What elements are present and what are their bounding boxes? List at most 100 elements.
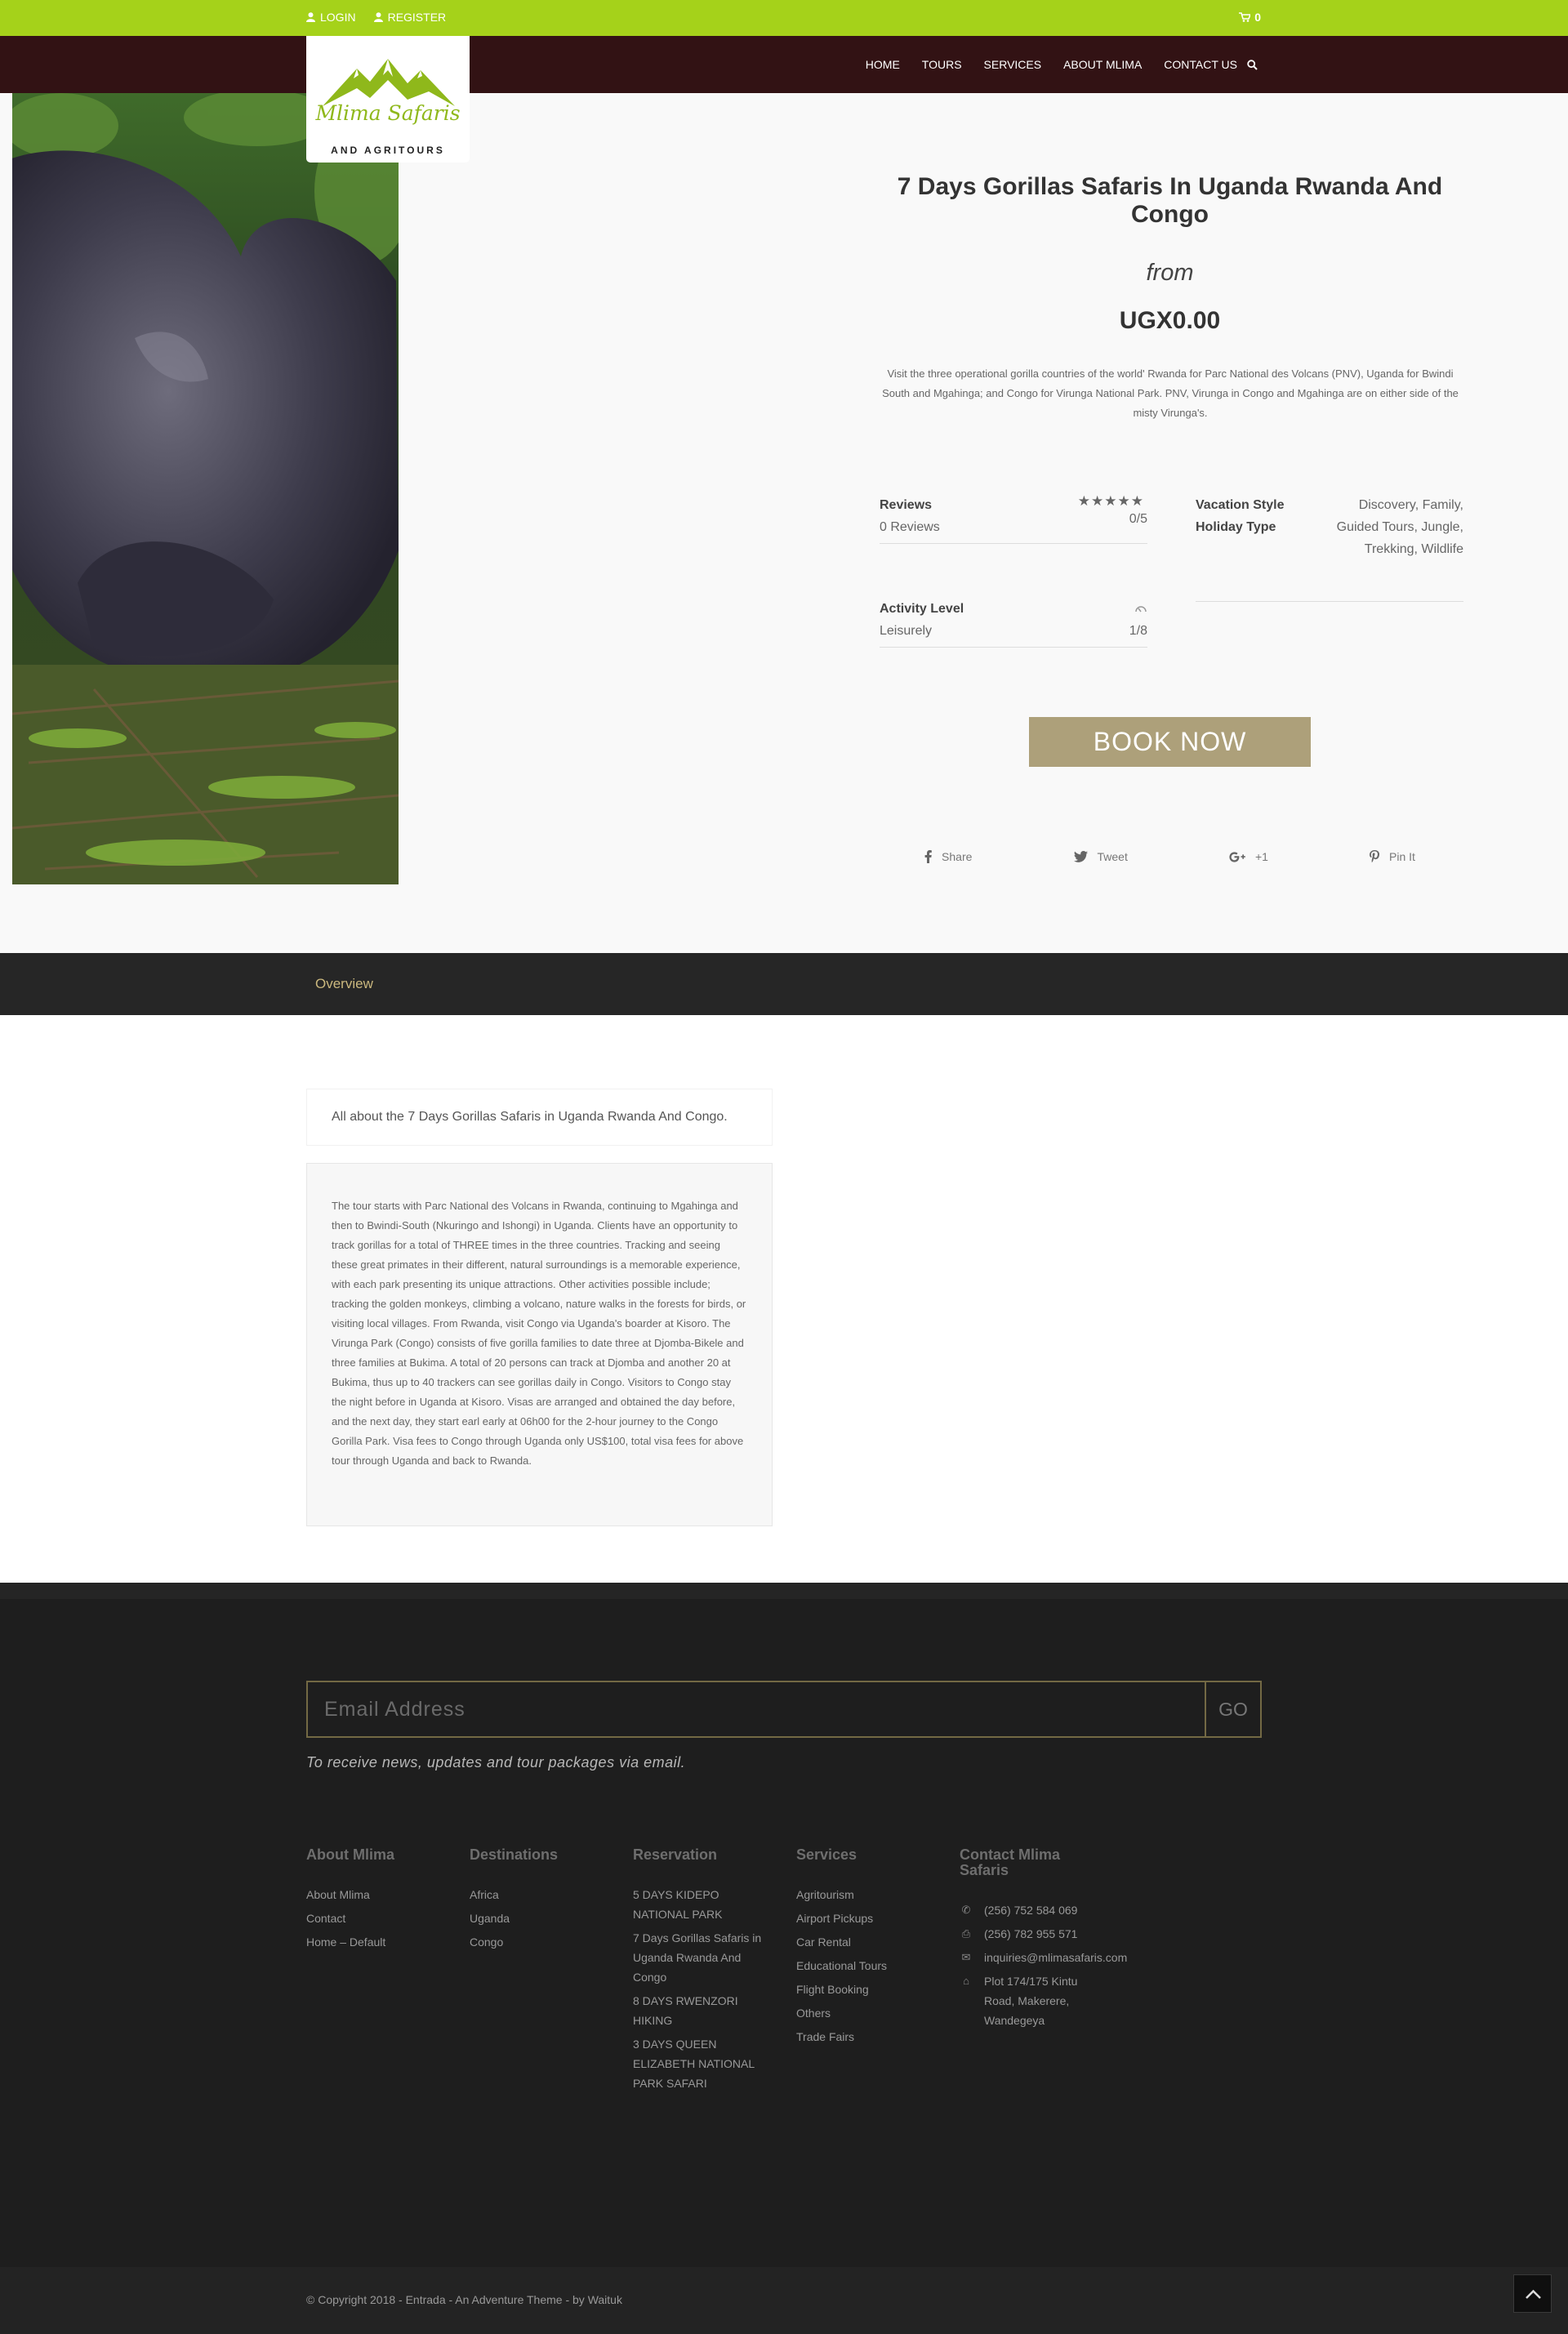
rating-stars-icon: ★★★★★ [1077, 493, 1144, 509]
logo-text: Mlima Safaris [315, 101, 461, 125]
gplus-share-label: +1 [1254, 850, 1268, 863]
activity-level-label: Activity Level [880, 602, 964, 616]
overview-section [0, 1015, 1568, 1583]
footer-link[interactable]: About Mlima [306, 1885, 445, 1904]
footer-reservation-title: Reservation [633, 1846, 718, 1863]
copyright-text: © Copyright 2018 - Entrada - An Adventur… [306, 2293, 622, 2306]
price-from-label: from [1146, 260, 1194, 286]
reviews-label: Reviews [880, 498, 933, 512]
copyright-bar: © Copyright 2018 - Entrada - An Adventur… [0, 2267, 1568, 2334]
email-icon: ✉ [961, 1951, 971, 1963]
pinterest-icon [1370, 850, 1380, 863]
nav-home[interactable]: HOME [866, 58, 900, 71]
nav-about[interactable]: ABOUT MLIMA [1063, 58, 1142, 71]
google-plus-icon [1229, 851, 1245, 862]
activity-level-value: Leisurely [880, 624, 933, 638]
footer-link[interactable]: Trade Fairs [796, 2027, 935, 2047]
register-label: REGISTER [387, 11, 447, 24]
footer-reservation-column: Reservation 5 DAYS KIDEPO NATIONAL PARK … [633, 1847, 772, 2097]
nav-contact[interactable]: CONTACT US [1164, 58, 1237, 71]
newsletter-form: GO [306, 1681, 1262, 1738]
facebook-icon [924, 850, 932, 863]
site-logo[interactable]: Mlima Safaris AND AGRITOURS [306, 36, 470, 163]
footer-link[interactable]: 8 DAYS RWENZORI HIKING [633, 1991, 772, 2030]
footer-link[interactable]: Contact [306, 1909, 445, 1928]
login-link[interactable]: LOGIN [306, 11, 356, 24]
cart-link[interactable]: 0 [1239, 11, 1261, 24]
footer-link[interactable]: Flight Booking [796, 1980, 935, 1999]
pinterest-share-label: Pin It [1389, 850, 1415, 863]
twitter-share[interactable]: Tweet [1073, 850, 1128, 863]
cart-count: 0 [1254, 11, 1261, 24]
user-icon [373, 12, 383, 22]
overview-body: The tour starts with Parc National des V… [306, 1163, 773, 1526]
tab-overview[interactable]: Overview [315, 976, 373, 992]
search-icon[interactable] [1247, 59, 1258, 70]
footer-link[interactable]: Educational Tours [796, 1956, 935, 1975]
holiday-type-value: Guided Tours, Jungle, [1336, 520, 1463, 534]
contact-phone[interactable]: ✆ (256) 752 584 069 [960, 1900, 1135, 1920]
gplus-share[interactable]: +1 [1229, 850, 1268, 863]
contact-fax-text: (256) 782 955 571 [984, 1927, 1078, 1940]
facebook-share-label: Share [942, 850, 973, 863]
footer-destinations-title: Destinations [470, 1846, 559, 1863]
book-now-button[interactable]: BOOK NOW [1029, 717, 1311, 767]
nav-tours[interactable]: TOURS [922, 58, 962, 71]
tour-tabs: Overview [0, 953, 1568, 1015]
footer-link[interactable]: 7 Days Gorillas Safaris in Uganda Rwanda… [633, 1928, 772, 1987]
main-nav: HOME TOURS SERVICES ABOUT MLIMA CONTACT … [0, 36, 1568, 93]
footer-about-title: About Mlima [306, 1846, 394, 1863]
footer-destinations-column: Destinations Africa Uganda Congo [470, 1847, 608, 1956]
footer-link[interactable]: 5 DAYS KIDEPO NATIONAL PARK [633, 1885, 772, 1924]
activity-level-block: Activity Level Leisurely 1/8 [880, 599, 1147, 648]
contact-email[interactable]: ✉ inquiries@mlimasafaris.com [960, 1948, 1135, 1967]
contact-address-text: Plot 174/175 Kintu Road, Makerere, Wande… [984, 1975, 1078, 2027]
activity-level-score: 1/8 [1129, 624, 1147, 638]
footer-link[interactable]: Car Rental [796, 1932, 935, 1952]
newsletter-note: To receive news, updates and tour packag… [306, 1754, 686, 1771]
footer-about-column: About Mlima About Mlima Contact Home – D… [306, 1847, 445, 1956]
twitter-icon [1073, 851, 1088, 862]
facebook-share[interactable]: Share [924, 850, 972, 863]
cart-icon [1239, 12, 1251, 22]
email-input[interactable] [308, 1682, 1206, 1736]
footer-link[interactable]: Africa [470, 1885, 608, 1904]
twitter-share-label: Tweet [1097, 850, 1128, 863]
footer-contact-column: Contact Mlima Safaris ✆ (256) 752 584 06… [960, 1847, 1135, 2034]
pinterest-share[interactable]: Pin It [1370, 850, 1415, 863]
tour-title: 7 Days Gorillas Safaris In Uganda Rwanda… [897, 173, 1443, 228]
footer-link[interactable]: Agritourism [796, 1885, 935, 1904]
reviews-block[interactable]: Reviews 0 Reviews ★★★★★ 0/5 [880, 493, 1147, 544]
footer-link[interactable]: Home – Default [306, 1932, 445, 1952]
footer-link[interactable]: Airport Pickups [796, 1909, 935, 1928]
contact-phone-text: (256) 752 584 069 [984, 1904, 1078, 1917]
contact-fax: ⎙ (256) 782 955 571 [960, 1924, 1135, 1944]
tour-image [12, 93, 399, 884]
newsletter-go-button[interactable]: GO [1206, 1682, 1260, 1736]
register-link[interactable]: REGISTER [373, 11, 447, 24]
phone-icon: ✆ [961, 1904, 971, 1916]
footer-link[interactable]: Others [796, 2003, 935, 2023]
footer-link[interactable]: Uganda [470, 1909, 608, 1928]
holiday-type-label: Holiday Type [1196, 520, 1276, 534]
holiday-type-value-2: Trekking, Wildlife [1364, 542, 1463, 556]
back-to-top-button[interactable] [1513, 2274, 1552, 2313]
overview-heading: All about the 7 Days Gorillas Safaris in… [306, 1089, 773, 1146]
footer-services-column: Services Agritourism Airport Pickups Car… [796, 1847, 935, 2051]
contact-email-text: inquiries@mlimasafaris.com [984, 1951, 1128, 1964]
vacation-style-value: Discovery, Family, [1358, 498, 1463, 512]
footer-link[interactable]: 3 DAYS QUEEN ELIZABETH NATIONAL PARK SAF… [633, 2034, 772, 2093]
rating-value: 0/5 [1129, 512, 1147, 526]
footer-link[interactable]: Congo [470, 1932, 608, 1952]
share-bar: Share Tweet +1 Pin It [874, 850, 1466, 863]
home-icon: ⌂ [963, 1975, 969, 1987]
login-label: LOGIN [320, 11, 356, 24]
footer-services-title: Services [796, 1846, 858, 1863]
nav-services[interactable]: SERVICES [984, 58, 1042, 71]
contact-address: ⌂ Plot 174/175 Kintu Road, Makerere, Wan… [960, 1971, 1135, 2030]
fax-icon: ⎙ [961, 1927, 971, 1940]
trip-type-block: Vacation Style Discovery, Family, Holida… [1196, 495, 1463, 602]
chevron-up-icon [1526, 2289, 1541, 2299]
reviews-count: 0 Reviews [880, 520, 940, 534]
gauge-icon [1135, 606, 1147, 612]
